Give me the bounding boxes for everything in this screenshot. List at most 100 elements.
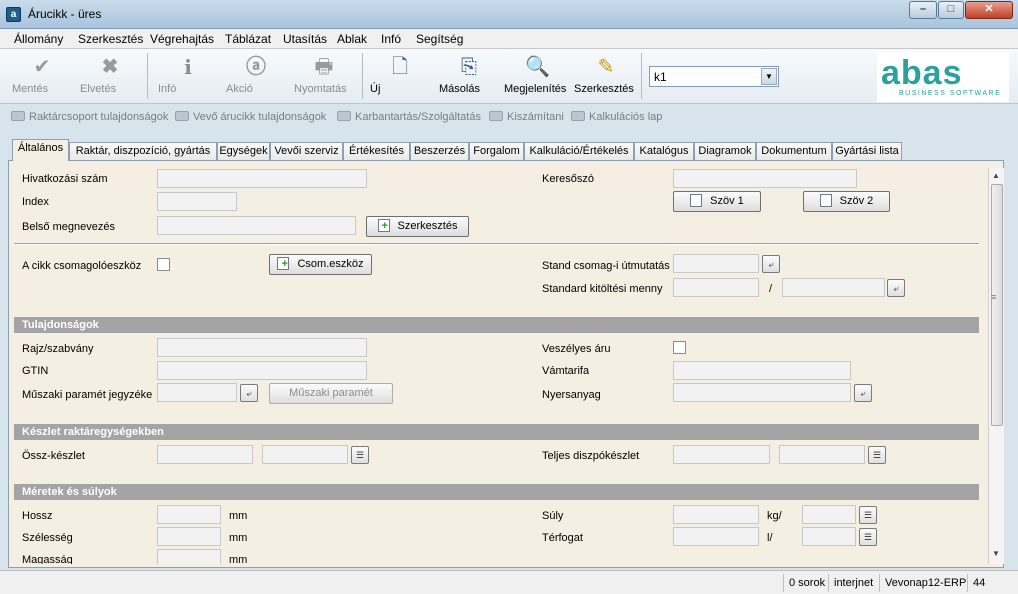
label-hivatkozasi-szam: Hivatkozási szám — [22, 173, 108, 185]
link-icon — [11, 111, 25, 121]
muszaki-jegyzek-field[interactable] — [157, 383, 237, 402]
table-icon[interactable]: ☰ — [351, 446, 369, 464]
minimize-button[interactable]: – — [909, 1, 937, 19]
suly-field[interactable] — [673, 505, 759, 524]
szelesseg-field[interactable] — [157, 527, 221, 546]
standard-kitoltesi-unit-field[interactable] — [782, 278, 885, 297]
tab-kalkulacio[interactable]: Kalkuláció/Értékelés — [524, 142, 634, 160]
menu-info[interactable]: Infó — [381, 32, 401, 46]
link-vevo-arucikk[interactable]: Vevő árucikk tulajdonságok — [175, 111, 326, 123]
action-button[interactable]: ⓐ Akció — [226, 51, 286, 101]
tab-beszerzes[interactable]: Beszerzés — [410, 142, 469, 160]
search-combo[interactable]: k1 ▼ — [649, 66, 779, 87]
tab-egysegek[interactable]: Egységek — [217, 142, 270, 160]
szerkesztes-button[interactable]: Szerkesztés — [366, 216, 469, 237]
tab-forgalom[interactable]: Forgalom — [469, 142, 524, 160]
link-karbantartas[interactable]: Karbantartás/Szolgáltatás — [337, 111, 481, 123]
status-bar: 0 sorok interjnet Vevonap12-ERP 44 — [0, 570, 1018, 594]
display-button[interactable]: 🔍 Megjelenítés — [504, 51, 570, 101]
table-icon[interactable]: ☰ — [859, 506, 877, 524]
link-icon — [337, 111, 351, 121]
standard-kitoltesi-field[interactable] — [673, 278, 759, 297]
scroll-down-icon[interactable]: ▼ — [992, 549, 1000, 558]
hivatkozasi-szam-field[interactable] — [157, 169, 367, 188]
unit-mm: mm — [229, 532, 248, 544]
tab-gyartasi-lista[interactable]: Gyártási lista — [832, 142, 902, 160]
tab-vevoi-szerviz[interactable]: Vevői szerviz — [270, 142, 343, 160]
tab-dokumentum[interactable]: Dokumentum — [756, 142, 832, 160]
tab-diagramok[interactable]: Diagramok — [694, 142, 756, 160]
scroll-up-icon[interactable]: ▲ — [992, 171, 1000, 180]
rajz-field[interactable] — [157, 338, 367, 357]
link-kiszamitani[interactable]: Kiszámítani — [489, 111, 564, 123]
szov2-button[interactable]: Szöv 2 — [803, 191, 890, 212]
gtin-field[interactable] — [157, 361, 367, 380]
pencil-icon: ✎ — [597, 56, 615, 78]
teljes-diszpo-unit-field[interactable] — [779, 445, 865, 464]
abas-logo: abas BUSINESS SOFTWARE — [877, 52, 1009, 102]
terfogat-unit-field[interactable] — [802, 527, 856, 546]
save-button[interactable]: ✔ Mentés — [12, 51, 72, 101]
link-raktarcsoport[interactable]: Raktárcsoport tulajdonságok — [11, 111, 168, 123]
veszelyes-aru-checkbox[interactable] — [673, 341, 686, 354]
magassag-field[interactable] — [157, 549, 221, 564]
document-icon — [690, 194, 703, 207]
menu-utasitas[interactable]: Utasítás — [283, 32, 327, 46]
tab-katalogus[interactable]: Katalógus — [634, 142, 694, 160]
csomagoloeszkoz-checkbox[interactable] — [157, 258, 170, 271]
teljes-diszpo-field[interactable] — [673, 445, 770, 464]
menu-szerkesztes[interactable]: Szerkesztés — [78, 32, 143, 46]
toolbar-separator — [362, 53, 363, 99]
label-standard-kitoltesi: Standard kitöltési menny — [542, 283, 663, 295]
suly-unit-field[interactable] — [802, 505, 856, 524]
ossz-keszlet-unit-field[interactable] — [262, 445, 348, 464]
vamtarifa-field[interactable] — [673, 361, 851, 380]
menu-ablak[interactable]: Ablak — [337, 32, 367, 46]
label-suly: Súly — [542, 510, 564, 522]
slash-separator: / — [769, 283, 773, 295]
terfogat-field[interactable] — [673, 527, 759, 546]
ossz-keszlet-field[interactable] — [157, 445, 253, 464]
menu-segitseg[interactable]: Segítség — [416, 32, 463, 46]
csom-eszkoz-button[interactable]: Csom.eszköz — [269, 254, 372, 275]
tab-raktar[interactable]: Raktár, diszpozíció, gyártás — [69, 142, 217, 160]
table-icon[interactable]: ☰ — [859, 528, 877, 546]
table-icon[interactable]: ☰ — [868, 446, 886, 464]
label-terfogat: Térfogat — [542, 532, 583, 544]
menu-vegrehajtas[interactable]: Végrehajtás — [150, 32, 214, 46]
label-gtin: GTIN — [22, 365, 49, 377]
lookup-icon[interactable]: ⤶ — [240, 384, 258, 402]
link-kalkulacios-lap[interactable]: Kalkulációs lap — [571, 111, 662, 123]
menu-tablazat[interactable]: Táblázat — [225, 32, 271, 46]
stand-csomag-field[interactable] — [673, 254, 759, 273]
belso-megnevezes-field[interactable] — [157, 216, 356, 235]
scroll-thumb[interactable] — [991, 184, 1003, 426]
print-button[interactable]: 🖶 Nyomtatás — [294, 51, 354, 101]
copy-button[interactable]: ⎘ Másolás — [439, 51, 499, 101]
edit-plus-icon — [377, 217, 390, 236]
close-button[interactable]: ✕ — [965, 1, 1013, 19]
printer-icon: 🖶 — [314, 56, 334, 78]
tab-ertekesites[interactable]: Értékesítés — [343, 142, 410, 160]
lookup-icon[interactable]: ⤶ — [887, 279, 905, 297]
index-field[interactable] — [157, 192, 237, 211]
edit-button[interactable]: ✎ Szerkesztés — [574, 51, 638, 101]
new-button[interactable]: 🗋 Új — [370, 51, 430, 101]
keresoszo-field[interactable] — [673, 169, 857, 188]
tab-altalanos[interactable]: Általános — [12, 139, 69, 161]
hossz-field[interactable] — [157, 505, 221, 524]
info-button[interactable]: i Infó — [158, 51, 218, 101]
discard-button[interactable]: ✖ Elvetés — [80, 51, 140, 101]
muszaki-parameter-button[interactable]: Műszaki paramét — [269, 383, 393, 404]
menu-allomany[interactable]: Állomány — [14, 32, 63, 46]
lookup-icon[interactable]: ⤶ — [762, 255, 780, 273]
nyersanyag-field[interactable] — [673, 383, 851, 402]
lookup-icon[interactable]: ⤶ — [854, 384, 872, 402]
szov1-button[interactable]: Szöv 1 — [673, 191, 761, 212]
toolbar: ✔ Mentés ✖ Elvetés i Infó ⓐ Akció 🖶 Nyom… — [0, 49, 1018, 104]
label-belso-megnevezes: Belső megnevezés — [22, 221, 115, 233]
chevron-down-icon[interactable]: ▼ — [761, 68, 777, 85]
maximize-button[interactable]: □ — [938, 1, 964, 19]
vertical-scrollbar[interactable]: ▲ ≡ ▼ — [988, 168, 1004, 564]
checkmark-icon: ✔ — [33, 56, 51, 78]
